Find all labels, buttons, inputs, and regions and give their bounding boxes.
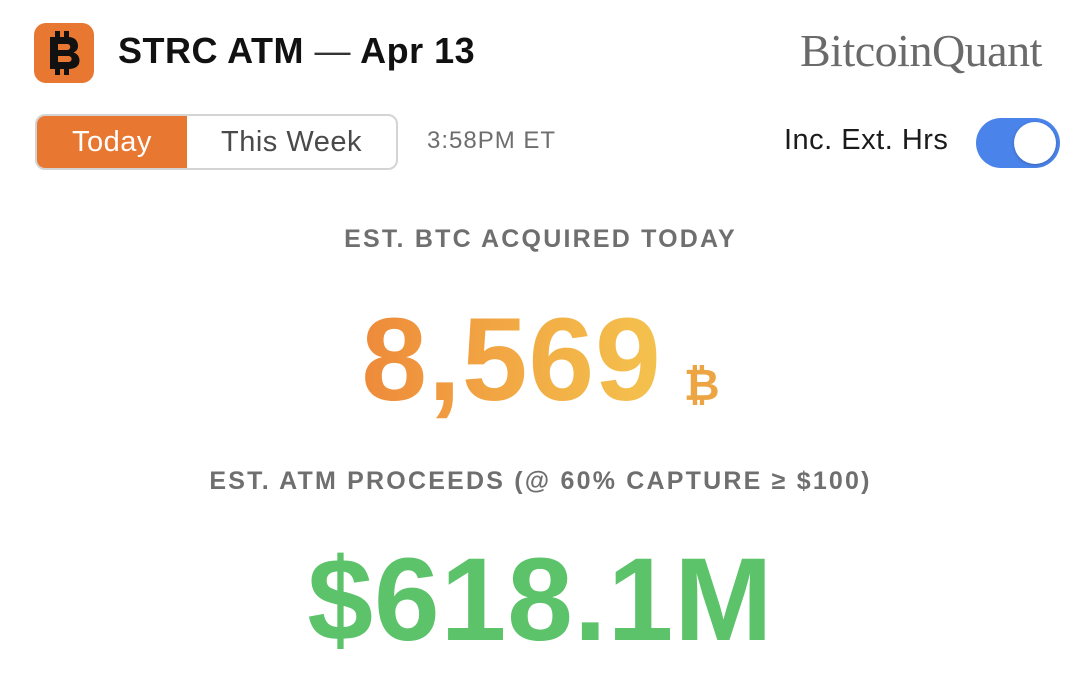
page-title: STRC ATM — Apr 13: [118, 30, 475, 72]
btc-acquired-value: 8,569: [361, 294, 662, 426]
btc-acquired-label: EST. BTC ACQUIRED TODAY: [344, 225, 737, 253]
btc-acquired-row: 8,569 ₿: [0, 292, 1081, 428]
widget: STRC ATM — Apr 13 BitcoinQuant Today Thi…: [0, 0, 1081, 682]
toggle-knob: [1014, 122, 1056, 164]
brand-logo: BitcoinQuant: [800, 25, 1042, 76]
tab-today[interactable]: Today: [37, 116, 187, 168]
timestamp: 3:58PM ET: [427, 127, 557, 154]
period-segmented-control: Today This Week: [35, 114, 398, 170]
atm-proceeds-label: EST. ATM PROCEEDS (@ 60% CAPTURE ≥ $100): [209, 467, 872, 495]
atm-proceeds-value: $618.1M: [307, 534, 774, 666]
title-dash: —: [314, 30, 351, 71]
bitcoin-symbol-icon: ₿: [683, 361, 720, 410]
tab-this-week[interactable]: This Week: [187, 116, 396, 168]
bitcoin-icon: [34, 23, 94, 83]
title-date: Apr 13: [360, 30, 476, 71]
ext-hours-toggle[interactable]: [976, 118, 1060, 168]
ext-hours-label: Inc. Ext. Hrs: [784, 124, 949, 156]
title-text: STRC ATM: [118, 30, 304, 71]
